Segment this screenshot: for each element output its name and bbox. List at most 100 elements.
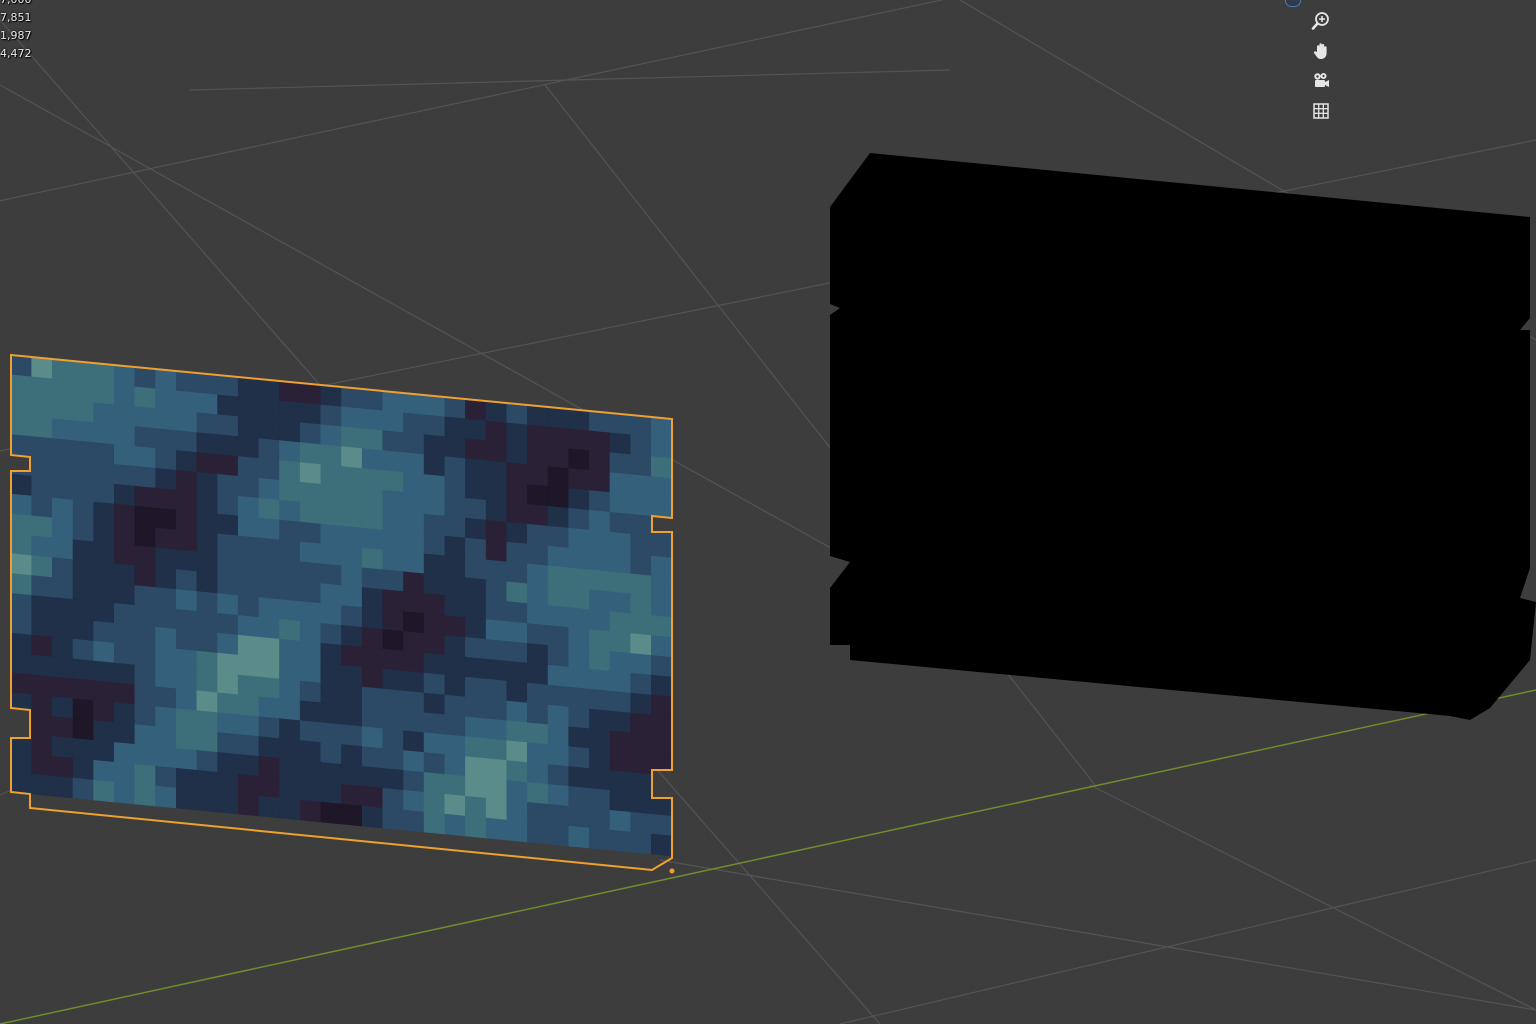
texture-pixel [361, 706, 384, 730]
texture-pixel [299, 561, 322, 584]
texture-pixel [547, 704, 570, 728]
texture-pixel [279, 380, 301, 404]
texture-pixel [93, 501, 115, 525]
texture-pixel [341, 505, 363, 529]
texture-pixel [320, 801, 342, 825]
texture-pixel [485, 738, 508, 761]
texture-pixel [547, 466, 570, 489]
camera-view-button[interactable] [1307, 67, 1335, 95]
texture-pixel [568, 448, 590, 471]
texture-pixel [485, 400, 508, 424]
3d-viewport[interactable] [0, 0, 1536, 1024]
texture-pixel [589, 708, 611, 732]
texture-pixel [609, 651, 632, 674]
texture-pixel [485, 460, 508, 483]
black-textured-box[interactable] [830, 153, 1536, 720]
texture-pixel [341, 783, 363, 807]
zoom-button[interactable] [1307, 7, 1335, 35]
texture-pixel [568, 468, 590, 491]
texture-pixel [72, 757, 94, 781]
texture-pixel [465, 637, 487, 660]
texture-pixel [568, 607, 590, 630]
texture-pixel [11, 493, 33, 517]
texture-pixel [320, 543, 342, 567]
texture-pixel [485, 817, 508, 841]
texture-pixel [465, 517, 487, 541]
texture-pixel [72, 380, 94, 404]
texture-pixel [279, 539, 301, 563]
texture-pixel [237, 674, 260, 698]
texture-pixel [11, 612, 33, 636]
texture-pixel [176, 648, 198, 672]
ortho-toggle-button[interactable] [1307, 97, 1335, 125]
texture-pixel [527, 484, 549, 507]
object-origin [669, 868, 675, 874]
texture-pixel [196, 392, 218, 416]
texture-pixel [93, 461, 115, 485]
texture-pixel [258, 418, 280, 441]
texture-pixel [299, 382, 322, 406]
texture-pixel [114, 384, 136, 408]
texture-pixel [547, 823, 570, 847]
texture-pixel [237, 634, 260, 658]
texture-pixel [506, 482, 528, 505]
texture-pixel [114, 563, 136, 586]
texture-pixel [72, 459, 94, 483]
texture-pixel [31, 416, 53, 439]
texture-pixel [361, 766, 384, 789]
texture-pixel [155, 626, 177, 650]
texture-pixel [155, 448, 177, 471]
texture-pixel [485, 698, 508, 722]
texture-pixel [176, 430, 198, 453]
texture-pixel [299, 700, 322, 724]
texture-pixel [155, 726, 177, 749]
texture-pixel [279, 758, 301, 781]
texture-pixel [93, 720, 115, 743]
texture-pixel [527, 523, 549, 547]
texture-pixel [299, 521, 322, 545]
texture-pixel [568, 786, 590, 809]
texture-pixel [650, 436, 672, 460]
texture-pixel [217, 771, 239, 795]
texture-pixel [361, 587, 384, 610]
texture-pixel [11, 573, 33, 596]
texture-pixel [31, 694, 53, 717]
texture-pixel [217, 374, 239, 398]
texture-pixel [630, 593, 652, 616]
texture-pixel [465, 438, 487, 461]
texture-pixel [11, 434, 33, 457]
texture-pixel [11, 632, 33, 656]
texture-pixel [650, 813, 672, 837]
texture-pixel [630, 613, 652, 636]
texture-pixel [196, 690, 218, 714]
texture-pixel [320, 563, 342, 586]
texture-pixel [403, 631, 425, 654]
texture-pixel [589, 827, 611, 851]
texture-pixel [341, 605, 363, 628]
texture-pixel [547, 605, 570, 628]
texture-pixel [568, 408, 590, 432]
texture-pixel [485, 519, 508, 543]
texture-pixel [299, 621, 322, 644]
texture-pixel [547, 545, 570, 569]
texture-pixel [299, 481, 322, 505]
texture-pixel [361, 487, 384, 511]
texture-pixel [114, 444, 136, 467]
texture-pixel [51, 497, 74, 521]
texture-pixel [93, 680, 115, 704]
texture-pixel [444, 416, 466, 440]
texture-pixel [217, 652, 239, 676]
texture-pixel [299, 640, 322, 664]
texture-pixel [51, 696, 74, 719]
pan-button[interactable] [1307, 37, 1335, 65]
selected-textured-plane[interactable] [10, 353, 675, 874]
texture-pixel [72, 738, 94, 761]
texture-pixel [341, 565, 363, 588]
texture-pixel [196, 571, 218, 594]
texture-pixel [547, 505, 570, 529]
texture-pixel [176, 509, 198, 533]
texture-pixel [465, 656, 487, 680]
texture-pixel [299, 760, 322, 783]
texture-pixel [299, 779, 322, 803]
texture-pixel [423, 394, 446, 418]
